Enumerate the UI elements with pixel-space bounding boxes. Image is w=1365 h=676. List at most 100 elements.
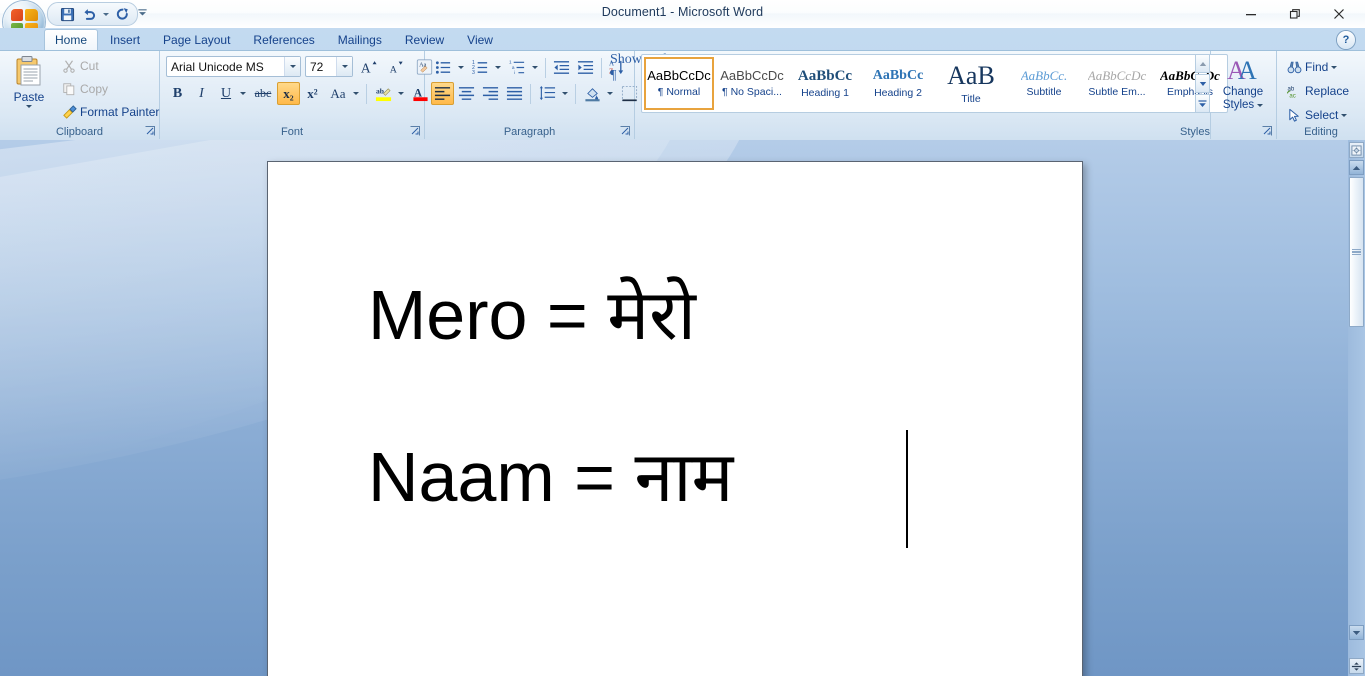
help-icon[interactable]: ?: [1337, 31, 1355, 49]
line-spacing-split-button[interactable]: [535, 81, 571, 106]
text-highlight-color-button[interactable]: ab: [372, 82, 395, 105]
tab-insert[interactable]: Insert: [99, 29, 151, 50]
numbering-button[interactable]: 123: [469, 56, 492, 79]
font-size-combobox[interactable]: 72: [305, 56, 353, 77]
justify-button[interactable]: [503, 82, 526, 105]
change-case-dropdown-icon[interactable]: [350, 82, 361, 105]
style-tile-subtitle[interactable]: AaBbCc. Subtitle: [1009, 57, 1079, 110]
bullets-button[interactable]: [432, 56, 455, 79]
tab-review[interactable]: Review: [394, 29, 455, 50]
font-name-dropdown-icon[interactable]: [284, 57, 300, 76]
svg-text:A: A: [360, 60, 370, 75]
italic-label: I: [199, 85, 204, 101]
bold-button[interactable]: B: [166, 82, 189, 105]
style-tile-heading-2[interactable]: AaBbCc Heading 2: [863, 57, 933, 110]
minimize-button[interactable]: [1229, 1, 1273, 27]
paste-dropdown-icon[interactable]: [26, 105, 32, 108]
tab-page-layout[interactable]: Page Layout: [152, 29, 241, 50]
numbering-dropdown-icon[interactable]: [492, 56, 503, 79]
underline-split-button[interactable]: U: [214, 81, 249, 106]
undo-dropdown-icon[interactable]: [100, 5, 111, 24]
font-name-combobox[interactable]: Arial Unicode MS: [166, 56, 301, 77]
styles-more-icon[interactable]: [1195, 94, 1210, 113]
multilevel-list-button[interactable]: 1ai: [506, 56, 529, 79]
style-name: ¶ No Spaci...: [722, 86, 782, 99]
scrollbar-thumb[interactable]: [1349, 177, 1364, 327]
bullets-dropdown-icon[interactable]: [455, 56, 466, 79]
tab-home[interactable]: Home: [44, 29, 99, 50]
redo-icon[interactable]: [111, 5, 133, 24]
split-window-icon[interactable]: [1349, 658, 1364, 674]
increase-indent-button[interactable]: [574, 56, 597, 79]
document-line-1[interactable]: Mero = मेरो: [368, 280, 696, 350]
strikethrough-button[interactable]: abc: [250, 82, 276, 105]
align-center-button[interactable]: [455, 82, 478, 105]
style-tile-title[interactable]: AaB Title: [936, 57, 1006, 110]
document-workspace: Mero = मेरो Naam = नाम: [0, 140, 1365, 676]
change-case-button[interactable]: Aa: [326, 82, 350, 105]
shading-button[interactable]: [581, 82, 604, 105]
paragraph-dialog-launcher-icon[interactable]: [618, 124, 631, 137]
italic-button[interactable]: I: [190, 82, 213, 105]
line-spacing-button[interactable]: [536, 82, 559, 105]
vertical-scrollbar[interactable]: [1348, 140, 1365, 676]
copy-button[interactable]: Copy: [56, 78, 164, 100]
bullets-split-button[interactable]: [431, 55, 467, 80]
font-dialog-launcher-icon[interactable]: [408, 124, 421, 137]
underline-button[interactable]: U: [215, 82, 237, 105]
document-line-2[interactable]: Naam = नाम: [368, 442, 733, 512]
scroll-up-icon[interactable]: [1349, 160, 1364, 175]
style-tile-normal[interactable]: AaBbCcDc ¶ Normal: [644, 57, 714, 110]
tab-references[interactable]: References: [242, 29, 325, 50]
undo-icon[interactable]: [78, 5, 100, 24]
highlight-dropdown-icon[interactable]: [395, 82, 406, 105]
shading-split-button[interactable]: [580, 81, 616, 106]
style-tile-heading-1[interactable]: AaBbCс Heading 1: [790, 57, 860, 110]
multilevel-list-split-button[interactable]: 1ai: [505, 55, 541, 80]
decrease-indent-button[interactable]: [550, 56, 573, 79]
change-styles-button[interactable]: A A Change Styles: [1215, 54, 1271, 124]
select-button[interactable]: Select: [1281, 104, 1354, 126]
tab-view[interactable]: View: [456, 29, 504, 50]
scrollbar-grip-icon: [1352, 249, 1361, 255]
change-styles-dropdown-icon[interactable]: [1257, 103, 1264, 107]
numbering-split-button[interactable]: 123: [468, 55, 504, 80]
find-button[interactable]: Find: [1281, 56, 1354, 78]
save-icon[interactable]: [56, 5, 78, 24]
styles-scroll-up-icon[interactable]: [1195, 54, 1210, 73]
find-dropdown-icon[interactable]: [1331, 65, 1338, 69]
cut-button[interactable]: Cut: [56, 55, 164, 77]
styles-scroll-down-icon[interactable]: [1195, 74, 1210, 93]
paste-button[interactable]: Paste: [5, 54, 53, 116]
font-size-dropdown-icon[interactable]: [336, 57, 352, 76]
tab-mailings[interactable]: Mailings: [327, 29, 393, 50]
restore-button[interactable]: [1273, 1, 1317, 27]
align-left-button[interactable]: [431, 82, 454, 105]
document-page[interactable]: Mero = मेरो Naam = नाम: [267, 161, 1083, 676]
shading-dropdown-icon[interactable]: [604, 82, 615, 105]
line-spacing-dropdown-icon[interactable]: [559, 82, 570, 105]
style-tile-subtle-emphasis[interactable]: AaBbCcDc Subtle Em...: [1082, 57, 1152, 110]
superscript-button[interactable]: x²: [301, 82, 324, 105]
align-right-button[interactable]: [479, 82, 502, 105]
customize-quick-access-toolbar-icon[interactable]: [134, 3, 150, 22]
subscript-button[interactable]: x₂: [277, 82, 300, 105]
grow-font-button[interactable]: A: [357, 55, 380, 78]
select-browse-object-icon[interactable]: [1349, 142, 1364, 158]
format-painter-button[interactable]: Format Painter: [56, 101, 164, 123]
select-dropdown-icon[interactable]: [1341, 113, 1348, 117]
multilevel-list-dropdown-icon[interactable]: [529, 56, 540, 79]
change-case-split-button[interactable]: Aa: [325, 81, 362, 106]
style-tile-no-spacing[interactable]: AaBbCcDc ¶ No Spaci...: [717, 57, 787, 110]
underline-dropdown-icon[interactable]: [237, 82, 248, 105]
replace-button[interactable]: ab ac Replace: [1281, 80, 1354, 102]
svg-text:1: 1: [509, 60, 512, 66]
shrink-font-button[interactable]: A: [384, 55, 407, 78]
close-button[interactable]: [1317, 1, 1361, 27]
scroll-down-icon[interactable]: [1349, 625, 1364, 640]
change-styles-label-line2: Styles: [1222, 99, 1255, 111]
clipboard-dialog-launcher-icon[interactable]: [143, 124, 156, 137]
highlight-split-button[interactable]: ab: [371, 81, 407, 106]
styles-dialog-launcher-icon[interactable]: [1260, 124, 1273, 137]
copy-label: Copy: [80, 82, 109, 96]
